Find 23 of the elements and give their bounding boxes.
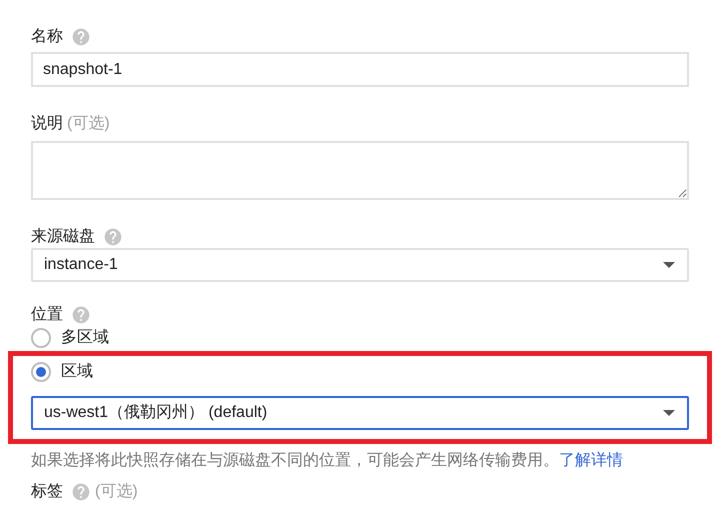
help-icon[interactable] — [71, 27, 91, 47]
help-icon[interactable] — [71, 482, 91, 502]
radio-label: 多区域 — [61, 328, 109, 348]
caret-icon — [663, 410, 675, 416]
select-dropdown[interactable]: instance-1 — [31, 248, 689, 282]
optional-hint: (可选) — [95, 482, 138, 502]
radio-button[interactable] — [31, 328, 51, 348]
optional-hint: (可选) — [67, 114, 110, 134]
field-label: 标签 — [31, 482, 63, 502]
field-label: 来源磁盘 — [31, 226, 95, 247]
caret-icon — [663, 262, 675, 268]
field-label: 说明 — [31, 114, 63, 134]
learn-more-link[interactable]: 了解详情 — [559, 452, 623, 469]
field-label: 名称 — [31, 27, 63, 47]
radio-button[interactable] — [31, 362, 51, 382]
help-icon[interactable] — [71, 305, 91, 325]
location-note: 如果选择将此快照存储在与源磁盘不同的位置，可能会产生网络传输费用。了解详情 — [31, 450, 624, 471]
description-field[interactable] — [31, 141, 689, 200]
name-field[interactable]: snapshot-1 — [31, 52, 689, 87]
radio-label: 区域 — [61, 362, 93, 382]
field-label: 位置 — [31, 305, 63, 325]
help-icon[interactable] — [103, 227, 123, 247]
select-dropdown[interactable]: us-west1（俄勒冈州） (default) — [31, 396, 689, 430]
